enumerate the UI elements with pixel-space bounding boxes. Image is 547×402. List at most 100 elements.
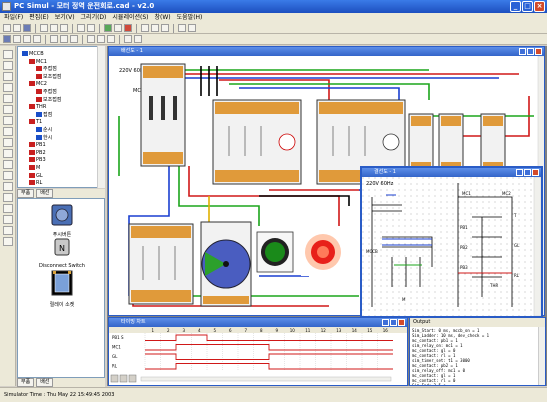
- contact-tool-icon[interactable]: [3, 116, 13, 125]
- close-button[interactable]: ×: [534, 1, 545, 12]
- tile-windows-icon[interactable]: [124, 35, 132, 43]
- menu-view[interactable]: 보기(V): [55, 13, 75, 23]
- timing-maximize-button[interactable]: [390, 319, 397, 326]
- switch-tool-icon[interactable]: [3, 171, 13, 180]
- timing-canvas[interactable]: 1 2 3 4 5 6 7 8 9 10 11 12 13 14 15 16 PB1 SMC1GLRL: [109, 327, 407, 385]
- wiring-close-button[interactable]: [535, 48, 542, 55]
- timing-hscrollbar[interactable]: [140, 376, 392, 382]
- tree-item[interactable]: RL: [29, 179, 42, 187]
- run-simulation-icon[interactable]: [104, 24, 112, 32]
- cascade-windows-icon[interactable]: [134, 35, 142, 43]
- contactor-mc1[interactable]: [212, 99, 302, 185]
- wiring-maximize-button[interactable]: [527, 48, 534, 55]
- zoom-fit-icon[interactable]: [161, 24, 169, 32]
- output-scrollbar[interactable]: [538, 327, 545, 385]
- minimize-button[interactable]: _: [510, 1, 521, 12]
- circuit-maximize-button[interactable]: [524, 169, 531, 176]
- thermal-relay-2[interactable]: [438, 113, 464, 175]
- cut-icon[interactable]: [40, 24, 48, 32]
- timing-close-button[interactable]: [398, 319, 405, 326]
- timing-play-icon[interactable]: [110, 374, 119, 383]
- mccb-breaker[interactable]: [140, 63, 186, 167]
- copy-icon[interactable]: [50, 24, 58, 32]
- circuit-label-pb1: PB1: [460, 225, 468, 230]
- timing-stop-icon[interactable]: [128, 374, 137, 383]
- rotate-icon[interactable]: [33, 35, 41, 43]
- circuit-canvas[interactable]: 220V 60Hz MCCB MC1 MC2 THR PB1 PB2 PB3 T…: [362, 177, 541, 316]
- align-center-icon[interactable]: [60, 35, 68, 43]
- circle-tool-icon[interactable]: [3, 83, 13, 92]
- stop-simulation-icon[interactable]: [124, 24, 132, 32]
- timer-tool-icon[interactable]: [3, 160, 13, 169]
- menu-edit[interactable]: 편집(E): [29, 13, 49, 23]
- line-tool-icon[interactable]: [3, 61, 13, 70]
- label-tool-icon[interactable]: [3, 215, 13, 224]
- tab-wiring-bottom[interactable]: 배선: [36, 378, 54, 387]
- snap-toggle-icon[interactable]: [97, 35, 105, 43]
- component-relay-socket[interactable]: 릴레이 소켓: [18, 269, 106, 308]
- zoom-in-icon[interactable]: [141, 24, 149, 32]
- component-pushbutton[interactable]: 푸시버튼: [18, 203, 106, 238]
- rect-tool-icon[interactable]: [3, 72, 13, 81]
- align-left-icon[interactable]: [50, 35, 58, 43]
- menu-simulation[interactable]: 시뮬레이션(S): [112, 13, 148, 23]
- text-tool-icon[interactable]: [23, 35, 31, 43]
- motor[interactable]: [200, 221, 252, 307]
- tree-scrollbar[interactable]: [97, 46, 105, 188]
- print-icon[interactable]: [178, 24, 186, 32]
- green-lamp[interactable]: [256, 231, 294, 273]
- circuit-diagram-window[interactable]: 결선도 - 1 220V 60Hz MCCB MC1 MC2 THR PB1 P…: [360, 166, 543, 318]
- relay-block[interactable]: [128, 223, 194, 305]
- timing-minimize-button[interactable]: [382, 319, 389, 326]
- red-lamp[interactable]: [301, 226, 345, 276]
- tab-parts-bottom[interactable]: 부품: [17, 378, 35, 387]
- project-tree[interactable]: MCCB MC1 주접점 보조접점 MC2 주접점 보조접점 THR 접점 T1 순시 한시 PB1 PB…: [17, 46, 105, 188]
- wire-tool-icon[interactable]: [13, 35, 21, 43]
- grid-toggle-icon[interactable]: [87, 35, 95, 43]
- thermal-relay-3[interactable]: [480, 113, 506, 175]
- delete-tool-icon[interactable]: [3, 237, 13, 246]
- lamp-tool-icon[interactable]: [3, 138, 13, 147]
- maximize-button[interactable]: □: [522, 1, 533, 12]
- menu-file[interactable]: 파일(F): [4, 13, 23, 23]
- thermal-relay-1[interactable]: [408, 113, 434, 175]
- undo-icon[interactable]: [77, 24, 85, 32]
- tab-parts[interactable]: 부품: [17, 189, 35, 198]
- component-disconnect-switch[interactable]: N Disconnect Switch: [18, 237, 106, 269]
- circuit-vscrollbar[interactable]: [533, 177, 541, 316]
- left-panel-tabs: 부품 배선: [17, 189, 105, 198]
- circuit-minimize-button[interactable]: [516, 169, 523, 176]
- menu-draw[interactable]: 그리기(D): [81, 13, 107, 23]
- menu-window[interactable]: 창(W): [155, 13, 171, 23]
- zoom-out-icon[interactable]: [151, 24, 159, 32]
- open-file-icon[interactable]: [13, 24, 21, 32]
- circuit-label-thr: THR: [489, 283, 498, 288]
- coil-tool-icon[interactable]: [3, 127, 13, 136]
- layer-icon[interactable]: [107, 35, 115, 43]
- wiring-minimize-button[interactable]: [519, 48, 526, 55]
- circuit-label-pb3: PB3: [460, 265, 468, 270]
- timing-chart-window[interactable]: 타이밍 차트 1 2 3 4 5 6 7 8 9 10 11 12 13 14 15 16 PB1 S MC1 G…: [108, 317, 408, 386]
- output-window[interactable]: Output Sim_Start: 0 ms, mccb_on = 1 Sim_L…: [409, 317, 546, 386]
- redo-icon[interactable]: [87, 24, 95, 32]
- timing-step-icon[interactable]: [119, 374, 128, 383]
- terminal-tool-icon[interactable]: [3, 182, 13, 191]
- select-tool-icon[interactable]: [3, 35, 11, 43]
- menu-help[interactable]: 도움말(H): [177, 13, 203, 23]
- measure-tool-icon[interactable]: [3, 226, 13, 235]
- new-file-icon[interactable]: [3, 24, 11, 32]
- text-insert-icon[interactable]: [3, 105, 13, 114]
- ground-tool-icon[interactable]: [3, 193, 13, 202]
- tab-wiring[interactable]: 배선: [36, 189, 54, 198]
- paste-icon[interactable]: [60, 24, 68, 32]
- arc-tool-icon[interactable]: [3, 94, 13, 103]
- motor-tool-icon[interactable]: [3, 149, 13, 158]
- help-icon[interactable]: [188, 24, 196, 32]
- pause-simulation-icon[interactable]: [114, 24, 122, 32]
- junction-tool-icon[interactable]: [3, 204, 13, 213]
- pointer-tool-icon[interactable]: [3, 50, 13, 59]
- save-icon[interactable]: [23, 24, 31, 32]
- timing-signal-name: MC1: [112, 345, 121, 350]
- circuit-close-button[interactable]: [532, 169, 539, 176]
- align-right-icon[interactable]: [70, 35, 78, 43]
